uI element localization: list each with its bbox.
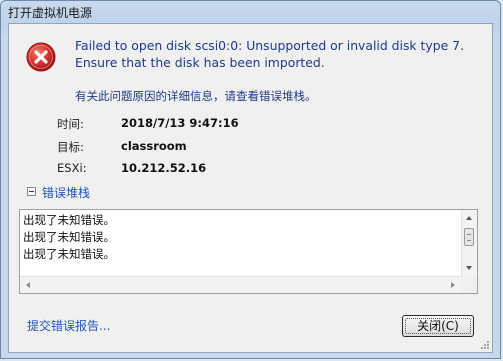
scroll-thumb[interactable] [464, 228, 474, 246]
scrollbar-corner [461, 276, 477, 293]
close-button-label: 关闭(C) [417, 319, 459, 333]
esxi-value: 10.212.52.16 [121, 161, 207, 175]
submit-error-report-link[interactable]: 提交错误报告... [27, 317, 110, 334]
error-stack-textbox[interactable]: 出现了未知错误。 出现了未知错误。 出现了未知错误。 [19, 209, 478, 294]
target-value: classroom [121, 139, 187, 153]
scroll-right-icon[interactable] [451, 282, 455, 288]
stack-line: 出现了未知错误。 [23, 213, 115, 227]
error-stack-lines: 出现了未知错误。 出现了未知错误。 出现了未知错误。 [23, 212, 115, 263]
dialog-window: 打开虚拟机电源 Failed to open disk scsi0:0: Uns… [0, 0, 501, 359]
collapse-icon[interactable] [27, 187, 36, 196]
horizontal-scrollbar[interactable] [20, 276, 461, 293]
time-value: 2018/7/13 9:47:16 [121, 116, 239, 130]
error-message: Failed to open disk scsi0:0: Unsupported… [75, 37, 480, 71]
error-stack-toggle[interactable]: 错误堆栈 [42, 184, 90, 201]
esxi-label: ESXi: [57, 161, 87, 175]
error-message-line-1: Failed to open disk scsi0:0: Unsupported… [75, 38, 464, 53]
window-title: 打开虚拟机电源 [8, 6, 93, 20]
target-label: 目标: [57, 140, 84, 154]
error-message-line-2: Ensure that the disk has been imported. [75, 55, 325, 70]
scroll-down-icon[interactable] [466, 266, 472, 270]
error-icon [26, 42, 56, 72]
dialog-body: Failed to open disk scsi0:0: Unsupported… [8, 23, 493, 353]
close-button[interactable]: 关闭(C) [402, 315, 474, 337]
vertical-scrollbar[interactable] [461, 210, 477, 276]
stack-line: 出现了未知错误。 [23, 230, 115, 244]
title-bar[interactable]: 打开虚拟机电源 [1, 1, 500, 23]
details-hint: 有关此问题原因的详细信息，请查看错误堆栈。 [75, 89, 317, 103]
scroll-left-icon[interactable] [26, 282, 30, 288]
time-label: 时间: [57, 117, 84, 131]
resize-grip-icon[interactable] [480, 340, 490, 350]
scroll-up-icon[interactable] [466, 216, 472, 220]
stack-line: 出现了未知错误。 [23, 247, 115, 261]
